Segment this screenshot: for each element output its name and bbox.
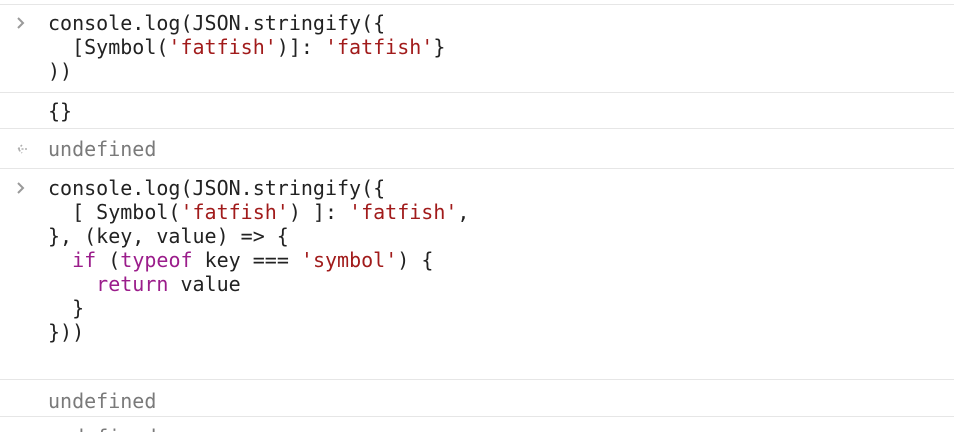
code-token-plain: }, (key, value) => { (48, 224, 289, 248)
code-token-plain: , (457, 200, 470, 224)
code-line: })) (48, 320, 954, 344)
console-output-text: undefined (48, 137, 954, 161)
code-token-keyword: typeof (120, 248, 193, 272)
code-line: undefined (48, 425, 954, 432)
code-token-plain: value (168, 272, 241, 296)
code-token-plain: ) { (397, 248, 434, 272)
code-token-plain: } (48, 296, 85, 320)
code-token-plain: key === (192, 248, 301, 272)
code-token-plain: console.log(JSON.stringify({ (48, 11, 386, 35)
chevron-right-icon (14, 11, 36, 35)
console-output-text: undefined (48, 389, 954, 413)
console-output-text: {} (48, 99, 954, 123)
code-token-string: 'symbol' (300, 248, 398, 272)
code-line: undefined (48, 137, 954, 161)
code-token-plain: )]: (276, 35, 325, 59)
code-line: {} (48, 99, 954, 123)
code-token-plain: [ Symbol( (48, 200, 181, 224)
code-token-plain: ( (96, 248, 121, 272)
code-token-plain: } (433, 35, 446, 59)
code-line: console.log(JSON.stringify({ (48, 11, 954, 35)
code-line: } (48, 296, 954, 320)
code-line: console.log(JSON.stringify({ (48, 176, 954, 200)
chevron-right-icon (14, 176, 36, 200)
code-line: return value (48, 272, 954, 296)
code-token-string: 'fatfish' (349, 200, 458, 224)
console-top-divider (0, 0, 954, 5)
console-output-text: undefined (48, 425, 954, 432)
console-entry-log: undefined (0, 380, 954, 417)
console-entry-log: {} (0, 93, 954, 129)
devtools-console: console.log(JSON.stringify({ [Symbol('fa… (0, 0, 954, 432)
code-line: [Symbol('fatfish')]: 'fatfish'} (48, 35, 954, 59)
console-entry-input[interactable]: console.log(JSON.stringify({ [Symbol('fa… (0, 11, 954, 93)
code-token-keyword: if (72, 248, 97, 272)
console-entry-return: undefined (0, 129, 954, 169)
code-token-string: 'fatfish' (180, 200, 289, 224)
code-token-plain: ) ]: (288, 200, 350, 224)
code-token-undef: undefined (48, 389, 157, 413)
return-arrow-icon (14, 425, 36, 432)
code-token-plain: )) (48, 59, 73, 83)
console-input-code[interactable]: console.log(JSON.stringify({ [ Symbol('f… (48, 176, 954, 344)
console-entry-return: undefined (0, 417, 954, 432)
code-line: if (typeof key === 'symbol') { (48, 248, 954, 272)
code-line: [ Symbol('fatfish') ]: 'fatfish', (48, 200, 954, 224)
code-line: undefined (48, 389, 954, 413)
code-token-plain: {} (48, 99, 73, 123)
code-line: }, (key, value) => { (48, 224, 954, 248)
console-input-code[interactable]: console.log(JSON.stringify({ [Symbol('fa… (48, 11, 954, 83)
code-token-undef: undefined (48, 137, 157, 161)
code-token-string: 'fatfish' (324, 35, 434, 59)
code-token-plain: })) (48, 320, 85, 344)
code-token-keyword: return (96, 272, 169, 296)
return-arrow-icon (14, 137, 36, 161)
code-line: )) (48, 59, 954, 83)
code-token-string: 'fatfish' (168, 35, 277, 59)
console-entry-input[interactable]: console.log(JSON.stringify({ [ Symbol('f… (0, 169, 954, 380)
code-token-undef: undefined (48, 425, 156, 432)
code-token-plain: console.log(JSON.stringify({ (48, 176, 386, 200)
code-token-plain: [Symbol( (48, 35, 169, 59)
